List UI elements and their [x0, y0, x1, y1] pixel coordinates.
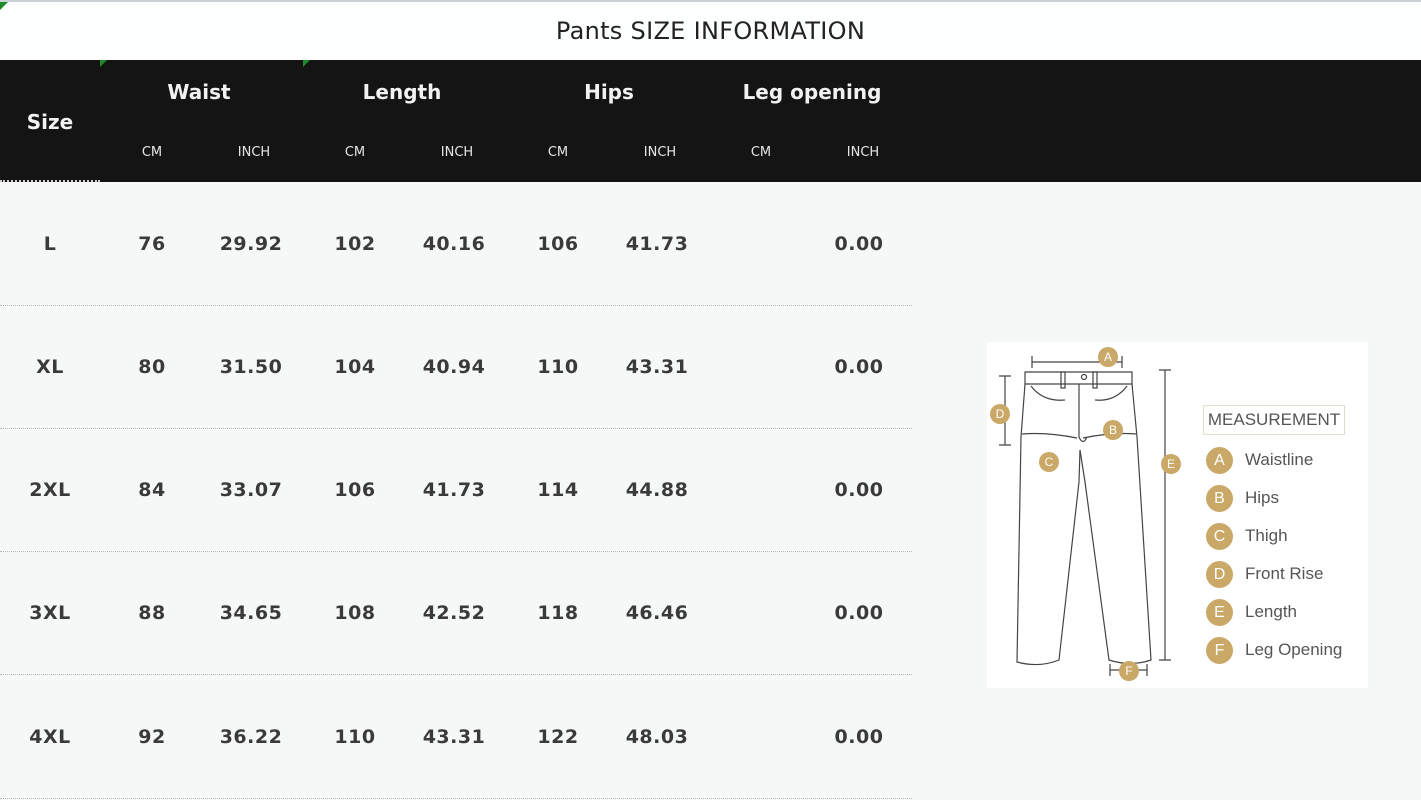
unit-waist-inch: INCH — [237, 145, 271, 160]
page-title: Pants SIZE INFORMATION — [555, 17, 866, 45]
svg-text:A: A — [1104, 350, 1112, 364]
table-row: 4XL 92 36.22 110 43.31 122 48.03 0.00 — [0, 676, 912, 799]
svg-text:E: E — [1167, 457, 1175, 471]
badge-b-icon: B — [1206, 485, 1233, 512]
row-divider — [0, 798, 912, 799]
header-leg-opening: Leg opening — [742, 80, 882, 104]
cell-size: L — [43, 233, 57, 255]
unit-hips-cm: CM — [547, 145, 569, 160]
cell-waist-inch: 29.92 — [219, 233, 283, 255]
cell-waist-inch: 33.07 — [219, 479, 283, 501]
badge-e-icon: E — [1206, 599, 1233, 626]
cell-leg-inch: 0.00 — [834, 479, 884, 501]
cell-length-inch: 40.94 — [422, 356, 486, 378]
measurement-title: MEASUREMENT — [1203, 405, 1345, 435]
header-length: Length — [362, 80, 442, 104]
legend-label: Leg Opening — [1245, 640, 1343, 659]
cell-waist-inch: 36.22 — [219, 726, 283, 748]
cell-length-cm: 108 — [334, 602, 376, 624]
table-row: XL 80 31.50 104 40.94 110 43.31 0.00 — [0, 306, 912, 429]
badge-c-icon: C — [1206, 523, 1233, 550]
cell-hips-cm: 110 — [537, 356, 579, 378]
cell-waist-inch: 34.65 — [219, 602, 283, 624]
cell-waist-cm: 80 — [138, 356, 166, 378]
cell-length-cm: 106 — [334, 479, 376, 501]
unit-waist-cm: CM — [141, 145, 163, 160]
cell-waist-cm: 84 — [138, 479, 166, 501]
cell-waist-cm: 76 — [138, 233, 166, 255]
cell-size: 3XL — [29, 602, 71, 624]
cell-length-inch: 42.52 — [422, 602, 486, 624]
cell-size: 4XL — [29, 726, 71, 748]
cell-hips-inch: 46.46 — [625, 602, 689, 624]
cell-waist-inch: 31.50 — [219, 356, 283, 378]
measurement-figure: A B C D E F — [987, 342, 1368, 688]
header-marker — [303, 60, 310, 67]
cell-hips-inch: 44.88 — [625, 479, 689, 501]
cell-leg-inch: 0.00 — [834, 726, 884, 748]
cell-hips-inch: 48.03 — [625, 726, 689, 748]
unit-length-cm: CM — [344, 145, 366, 160]
cell-hips-inch: 41.73 — [625, 233, 689, 255]
unit-leg-inch: INCH — [846, 145, 880, 160]
unit-length-inch: INCH — [440, 145, 474, 160]
cell-leg-inch: 0.00 — [834, 356, 884, 378]
cell-hips-inch: 43.31 — [625, 356, 689, 378]
header-size: Size — [26, 110, 74, 134]
svg-text:F: F — [1125, 664, 1132, 678]
badge-f-icon: F — [1206, 637, 1233, 664]
corner-marker — [0, 2, 8, 10]
unit-hips-inch: INCH — [643, 145, 677, 160]
cell-leg-inch: 0.00 — [834, 233, 884, 255]
cell-hips-cm: 106 — [537, 233, 579, 255]
cell-length-cm: 104 — [334, 356, 376, 378]
badge-a-icon: A — [1206, 447, 1233, 474]
cell-leg-inch: 0.00 — [834, 602, 884, 624]
title-bar: Pants SIZE INFORMATION — [0, 0, 1421, 60]
unit-leg-cm: CM — [750, 145, 772, 160]
cell-hips-cm: 122 — [537, 726, 579, 748]
legend-label: Thigh — [1245, 526, 1288, 545]
pants-diagram: A B C D E F — [990, 347, 1181, 681]
legend-label: Length — [1245, 602, 1297, 621]
table-row: L 76 29.92 102 40.16 106 41.73 0.00 — [0, 183, 912, 306]
header-marker — [100, 60, 107, 67]
svg-text:D: D — [996, 407, 1005, 421]
row-divider — [0, 674, 912, 675]
table-row: 2XL 84 33.07 106 41.73 114 44.88 0.00 — [0, 429, 912, 552]
cell-hips-cm: 118 — [537, 602, 579, 624]
cell-length-inch: 40.16 — [422, 233, 486, 255]
table-header — [0, 60, 1421, 182]
svg-text:B: B — [1109, 423, 1117, 437]
cell-size: XL — [36, 356, 64, 378]
legend-label: Front Rise — [1245, 564, 1324, 583]
size-underline — [0, 180, 100, 182]
cell-hips-cm: 114 — [537, 479, 579, 501]
cell-length-cm: 110 — [334, 726, 376, 748]
table-row: 3XL 88 34.65 108 42.52 118 46.46 0.00 — [0, 552, 912, 675]
cell-waist-cm: 92 — [138, 726, 166, 748]
cell-waist-cm: 88 — [138, 602, 166, 624]
svg-text:C: C — [1045, 455, 1054, 469]
badge-d-icon: D — [1206, 561, 1233, 588]
legend-label: Waistline — [1245, 450, 1314, 469]
cell-size: 2XL — [29, 479, 71, 501]
cell-length-cm: 102 — [334, 233, 376, 255]
legend-label: Hips — [1245, 488, 1280, 507]
header-hips: Hips — [584, 80, 634, 104]
header-waist: Waist — [167, 80, 231, 104]
cell-length-inch: 41.73 — [422, 479, 486, 501]
cell-length-inch: 43.31 — [422, 726, 486, 748]
